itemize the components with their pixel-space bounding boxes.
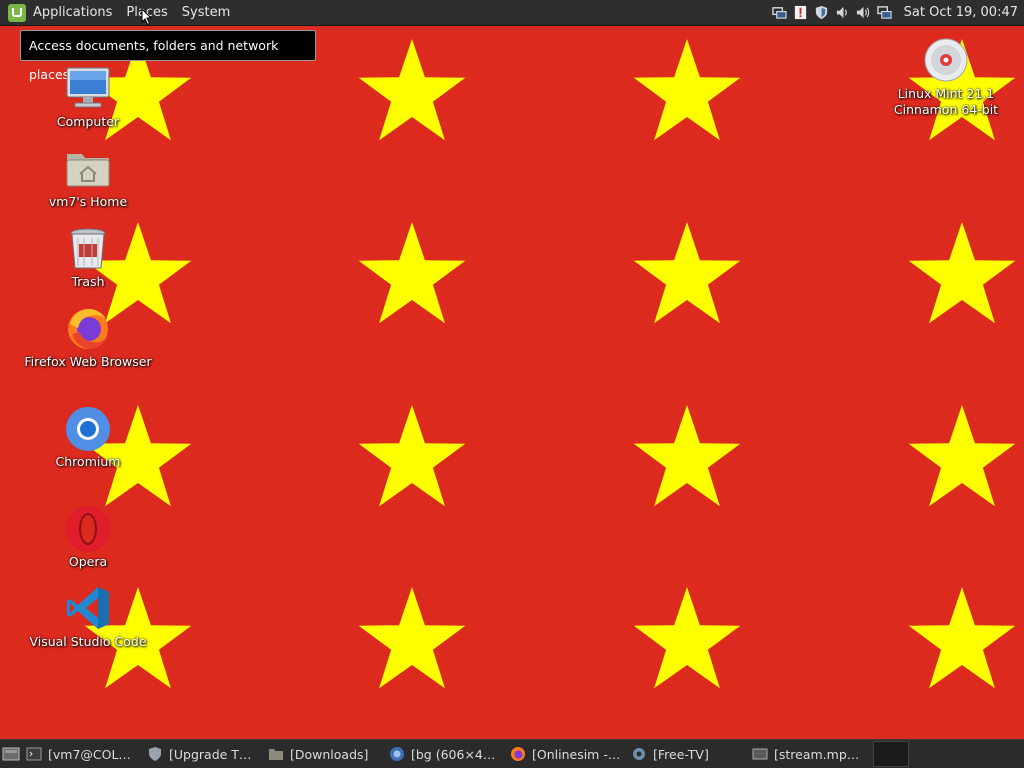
menu-system[interactable]: System — [175, 0, 237, 25]
desktop-icon-firefox[interactable]: Firefox Web Browser — [13, 304, 163, 370]
taskbar-item-image-viewer[interactable]: [bg (606×4… — [385, 740, 506, 768]
desktop-icon-vscode[interactable]: Visual Studio Code — [13, 584, 163, 650]
home-folder-icon — [66, 154, 110, 187]
desktop-icon-label: vm7's Home — [48, 194, 128, 209]
image-viewer-icon — [390, 747, 404, 761]
taskbar-item-upgrade[interactable]: [Upgrade T… — [143, 740, 264, 768]
taskbar-item-label: [Free-TV] — [653, 746, 709, 762]
taskbar-item-label: [Onlinesim -… — [532, 746, 621, 762]
mouse-cursor-icon — [141, 8, 153, 26]
desktop-icon-label: Computer — [56, 114, 120, 129]
shield-icon — [149, 747, 161, 761]
desktop-icon-label: Opera — [68, 554, 108, 569]
show-desktop-icon — [2, 747, 20, 761]
taskbar-item-free-tv[interactable]: [Free-TV] — [627, 740, 748, 768]
clock[interactable]: Sat Oct 19, 00:47 — [904, 5, 1018, 20]
optical-disc-icon — [924, 38, 968, 82]
menu-applications[interactable]: Applications — [26, 0, 119, 25]
taskbar-item-label: [bg (606×4… — [411, 746, 496, 762]
firefox-icon — [68, 309, 108, 349]
desktop-icon-home[interactable]: vm7's Home — [13, 144, 163, 210]
folder-icon — [269, 749, 283, 760]
desktop-icon-label: Trash — [71, 274, 105, 289]
taskbar-item-label: [vm7@COL… — [48, 746, 131, 762]
taskbar-item-label: [Downloads] — [290, 746, 369, 762]
opera-icon — [66, 506, 110, 552]
taskbar-item-stream[interactable]: [stream.mp… — [748, 740, 869, 768]
shield-icon[interactable] — [814, 5, 829, 20]
top-panel: Applications Places System Sat Oct 19, 0… — [0, 0, 1024, 25]
mint-menu-icon[interactable] — [8, 3, 26, 22]
taskbar-item-label: [Upgrade T… — [169, 746, 252, 762]
desktop-icon-label: Visual Studio Code — [29, 634, 147, 649]
taskbar-item-downloads[interactable]: [Downloads] — [264, 740, 385, 768]
workspace-switcher[interactable] — [873, 741, 909, 767]
trash-icon — [70, 228, 106, 269]
disc-label-line1: Linux Mint 21.1 — [897, 86, 995, 101]
video-icon — [752, 748, 768, 760]
show-desktop-button[interactable] — [0, 740, 22, 768]
chromium-icon — [66, 407, 110, 451]
taskbar-item-firefox[interactable]: [Onlinesim -… — [506, 740, 627, 768]
firefox-icon — [511, 747, 525, 761]
bottom-panel: [vm7@COL… [Upgrade T… [Downloads] [bg (6… — [0, 739, 1024, 768]
desktop-icon-trash[interactable]: Trash — [13, 224, 163, 290]
desktop-icon-computer[interactable]: Computer — [13, 64, 163, 130]
network-icon[interactable] — [771, 5, 787, 20]
volume-icon[interactable] — [835, 5, 850, 20]
desktop-icon-label: Firefox Web Browser — [24, 354, 152, 369]
taskbar-item-label: [stream.mp… — [774, 746, 860, 762]
desktop-icon-opera[interactable]: Opera — [13, 504, 163, 570]
system-tray: Sat Oct 19, 00:47 — [771, 5, 1024, 20]
sound-icon[interactable] — [856, 5, 871, 20]
computer-icon — [66, 67, 110, 108]
terminal-icon — [26, 747, 42, 761]
settings-icon — [633, 748, 645, 760]
desktop-icon-chromium[interactable]: Chromium — [13, 404, 163, 470]
desktop-icon-label: Chromium — [55, 454, 121, 469]
network-wired-icon[interactable] — [876, 5, 892, 20]
disc-label-line2: Cinnamon 64-bit — [893, 102, 999, 117]
taskbar-item-terminal[interactable]: [vm7@COL… — [22, 740, 143, 768]
places-tooltip: Access documents, folders and network pl… — [20, 30, 316, 82]
vscode-icon — [67, 587, 109, 629]
update-manager-icon[interactable] — [793, 5, 808, 20]
desktop-icon-disc[interactable]: Linux Mint 21.1 Cinnamon 64-bit — [871, 36, 1021, 118]
